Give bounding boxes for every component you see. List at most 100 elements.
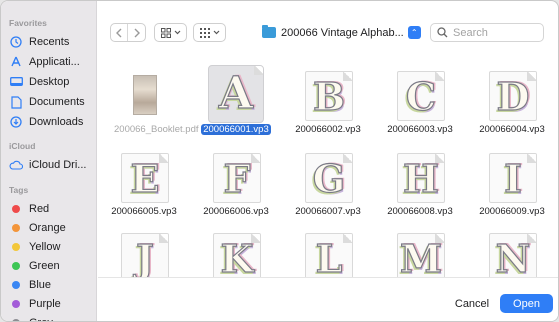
file-name-text: 200066005.vp3 [111,206,177,217]
chevron-down-icon [213,30,219,35]
file-item[interactable]: L [282,233,374,277]
sidebar-item-applicati[interactable]: Applicati... [1,52,96,72]
tag-color-dot [12,299,20,308]
sidebar-tag-label: Orange [29,221,66,234]
sidebar-tag-yellow[interactable]: Yellow [1,237,96,256]
tag-color-dot [12,261,20,270]
sidebar-tag-orange[interactable]: Orange [1,218,96,237]
file-item[interactable]: M [374,233,466,277]
decorative-letter: H [402,156,439,201]
tag-color-dot [12,280,20,289]
group-by-button[interactable] [193,23,226,42]
file-item[interactable]: G 200066007.vp3 [282,153,374,233]
sidebar-item-label: Desktop [29,76,70,88]
file-item[interactable]: I 200066009.vp3 [466,153,558,233]
sidebar-item-documents[interactable]: Documents [1,92,96,112]
decorative-letter: C [405,74,437,119]
file-name-text: 200066001.vp3 [201,124,271,135]
back-button[interactable] [111,24,128,41]
file-item[interactable]: D 200066004.vp3 [466,71,558,151]
file-name-text: 200066003.vp3 [387,124,453,135]
tag-color-dot [12,204,20,213]
tag-color-dot [12,242,20,251]
page-fold [251,234,260,243]
embroidery-file-thumbnail: L [305,233,353,277]
forward-button[interactable] [128,24,145,41]
sidebar-item-downloads[interactable]: Downloads [1,112,96,132]
embroidery-file-thumbnail: M [397,233,445,277]
file-name: 200066008.vp3 [374,206,466,218]
tag-color-dot [12,318,20,321]
sidebar-tag-purple[interactable]: Purple [1,294,96,313]
file-item[interactable]: E 200066005.vp3 [98,153,190,233]
download-icon [9,115,23,129]
sidebar-tag-green[interactable]: Green [1,256,96,275]
sidebar-tag-blue[interactable]: Blue [1,275,96,294]
file-item[interactable]: A 200066001.vp3 [190,65,282,151]
sidebar-tag-grey[interactable]: Grey [1,313,96,322]
cancel-button[interactable]: Cancel [450,294,494,313]
group-grid-icon [199,27,210,38]
decorative-letter: A [218,68,254,119]
page-fold [435,234,444,243]
file-name-text: 200066009.vp3 [479,206,545,217]
sidebar-item-label: Downloads [29,116,84,128]
file-name-text: 200066008.vp3 [387,206,453,217]
embroidery-file-thumbnail: F [213,153,261,203]
file-item[interactable]: J [98,233,190,277]
file-item[interactable]: F 200066006.vp3 [190,153,282,233]
sidebar-section-tags: Tags [9,185,29,195]
page-fold [159,234,168,243]
decorative-letter: I [504,156,523,201]
decorative-letter: K [220,236,254,277]
file-grid: 200066_Booklet.pdf A 200066001.vp3 B 2000660… [98,63,558,277]
file-item[interactable]: B 200066002.vp3 [282,71,374,151]
page-fold [254,66,263,75]
embroidery-file-thumbnail: J [121,233,169,277]
page-fold [343,72,352,81]
embroidery-file-thumbnail: D [489,71,537,121]
page-fold [159,154,168,163]
dialog-footer: Cancel Open [98,277,558,321]
sidebar-item-icloud-dri[interactable]: iCloud Dri... [1,155,96,175]
file-item[interactable]: 200066_Booklet.pdf [98,71,199,151]
booklet-cover-image [133,75,157,115]
tag-color-dot [12,223,20,232]
decorative-letter: D [496,74,530,119]
page-fold [435,154,444,163]
page-fold [343,154,352,163]
file-item[interactable]: K [190,233,282,277]
file-item[interactable]: H 200066008.vp3 [374,153,466,233]
search-icon [437,27,448,38]
icon-view-icon [160,27,171,38]
decorative-letter: N [495,236,531,277]
file-name-text: 200066004.vp3 [479,124,545,135]
search-placeholder: Search [453,26,488,39]
file-name-text: 200066_Booklet.pdf [114,124,199,135]
view-mode-button[interactable] [154,23,187,42]
file-name: 200066002.vp3 [282,124,374,136]
sidebar-item-recents[interactable]: Recents [1,32,96,52]
page-fold [527,234,536,243]
search-field[interactable]: Search [430,23,544,42]
file-item[interactable]: N [466,233,558,277]
sidebar-tag-label: Grey [29,317,53,322]
file-name: 200066_Booklet.pdf [98,124,199,136]
chevron-left-icon [116,28,122,37]
sidebar-tag-red[interactable]: Red [1,199,96,218]
embroidery-file-thumbnail: G [305,153,353,203]
decorative-letter: B [312,74,346,119]
sidebar-item-label: Applicati... [29,56,80,68]
sidebar-item-desktop[interactable]: Desktop [1,72,96,92]
open-button[interactable]: Open [500,294,553,313]
decorative-letter: L [315,236,343,277]
page-fold [251,154,260,163]
embroidery-file-thumbnail: E [121,153,169,203]
desktop-icon [9,75,23,89]
document-icon [9,95,23,109]
sidebar: Favorites Recents Applicati... Desktop Docu… [1,1,97,322]
sidebar-section-favorites: Favorites [9,18,47,28]
sidebar-item-label: Recents [29,36,70,48]
file-item[interactable]: C 200066003.vp3 [374,71,466,151]
chevron-down-icon [174,30,180,35]
